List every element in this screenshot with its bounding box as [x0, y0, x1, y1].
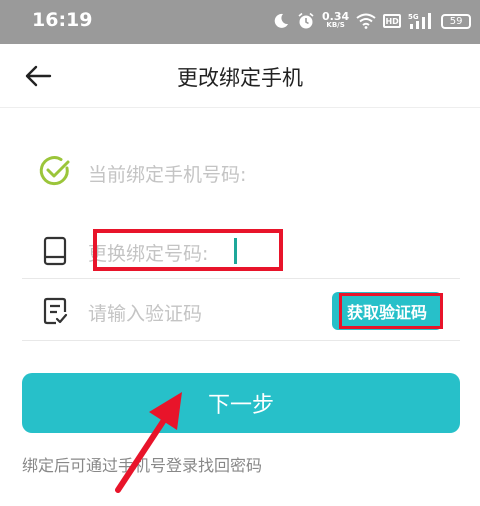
check-circle-icon [39, 156, 70, 186]
header: 更改绑定手机 [0, 44, 480, 108]
current-phone-row: 当前绑定手机号码: [22, 156, 460, 188]
document-check-icon [43, 297, 68, 325]
network-type-label: 5G [408, 13, 419, 21]
phone-icon [43, 236, 67, 266]
divider [22, 278, 460, 279]
alarm-icon [298, 12, 314, 29]
annotation-highlight-box [93, 229, 283, 271]
network-speed-value: 0.34 [322, 10, 350, 23]
wifi-icon [356, 13, 376, 29]
status-time: 16:19 [32, 9, 93, 31]
page-title: 更改绑定手机 [177, 66, 303, 90]
hint-text: 绑定后可通过手机号登录找回密码 [22, 456, 263, 475]
network-speed-unit: KB/S [326, 21, 345, 29]
divider [22, 340, 460, 341]
status-bar: 16:19 0.34 KB/S HD 5G 59 [0, 0, 480, 44]
current-phone-label: 当前绑定手机号码: [88, 164, 247, 186]
hd-icon: HD [383, 14, 402, 28]
signal-icon: 5G [408, 13, 432, 29]
moon-icon [274, 13, 288, 28]
next-step-button[interactable]: 下一步 [22, 373, 460, 433]
battery-icon: 59 [441, 13, 472, 29]
network-speed: 0.34 KB/S [322, 10, 350, 30]
status-icons: 0.34 KB/S HD 5G 59 [272, 10, 472, 32]
battery-level: 59 [449, 15, 463, 27]
get-code-button[interactable]: 获取验证码 [332, 292, 442, 330]
code-input[interactable]: 请输入验证码 [88, 299, 202, 326]
